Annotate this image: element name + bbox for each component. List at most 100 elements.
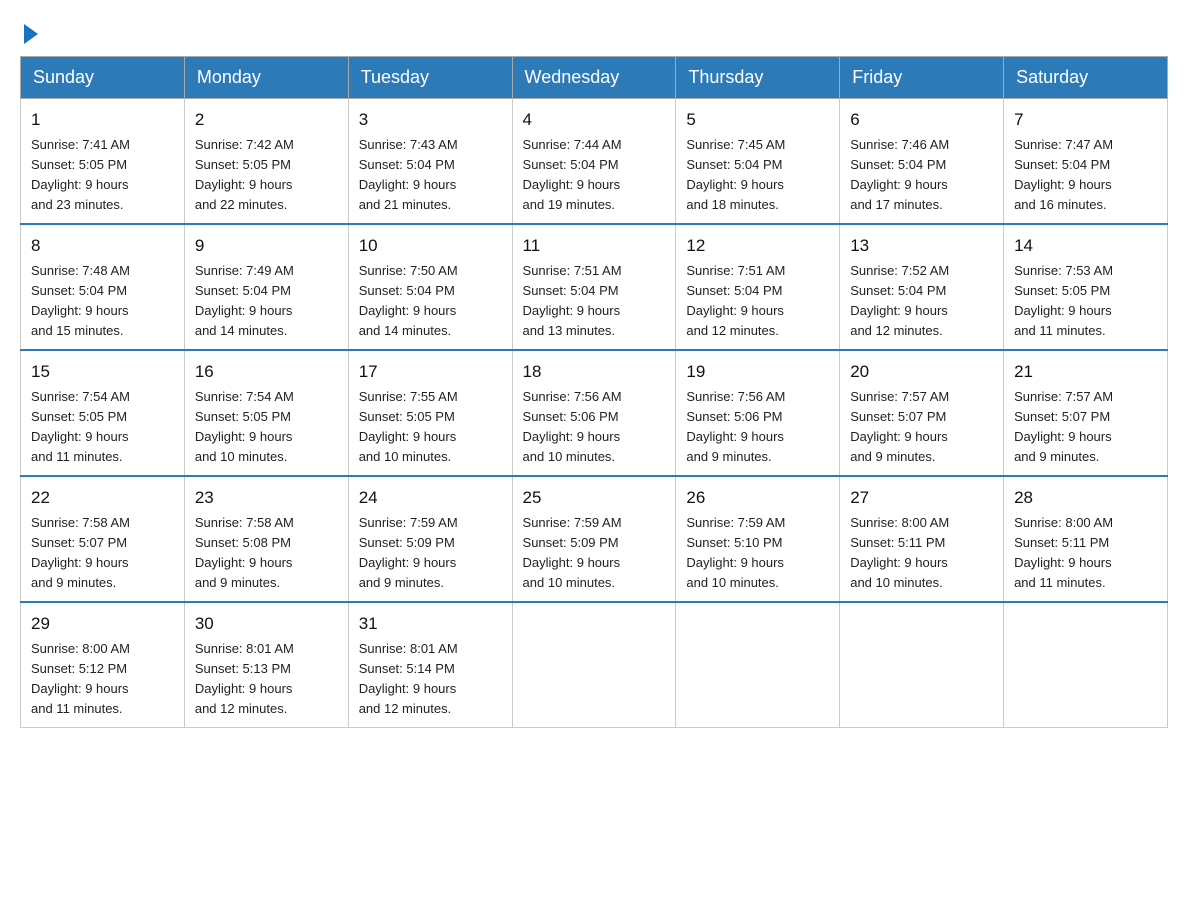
day-number: 31 [359,611,502,637]
calendar-day-cell: 19 Sunrise: 7:56 AMSunset: 5:06 PMDayligh… [676,350,840,476]
calendar-day-cell: 21 Sunrise: 7:57 AMSunset: 5:07 PMDayligh… [1004,350,1168,476]
day-number: 7 [1014,107,1157,133]
day-info: Sunrise: 7:50 AMSunset: 5:04 PMDaylight:… [359,263,458,338]
calendar-day-cell: 14 Sunrise: 7:53 AMSunset: 5:05 PMDayligh… [1004,224,1168,350]
day-number: 3 [359,107,502,133]
calendar-week-row: 29 Sunrise: 8:00 AMSunset: 5:12 PMDayligh… [21,602,1168,728]
day-info: Sunrise: 7:54 AMSunset: 5:05 PMDaylight:… [195,389,294,464]
day-info: Sunrise: 7:48 AMSunset: 5:04 PMDaylight:… [31,263,130,338]
day-info: Sunrise: 7:51 AMSunset: 5:04 PMDaylight:… [686,263,785,338]
calendar-day-cell: 17 Sunrise: 7:55 AMSunset: 5:05 PMDayligh… [348,350,512,476]
calendar-day-cell [676,602,840,728]
calendar-day-cell: 4 Sunrise: 7:44 AMSunset: 5:04 PMDaylight… [512,99,676,225]
day-info: Sunrise: 7:54 AMSunset: 5:05 PMDaylight:… [31,389,130,464]
calendar-week-row: 15 Sunrise: 7:54 AMSunset: 5:05 PMDayligh… [21,350,1168,476]
day-number: 4 [523,107,666,133]
day-info: Sunrise: 8:01 AMSunset: 5:14 PMDaylight:… [359,641,458,716]
calendar-day-cell: 31 Sunrise: 8:01 AMSunset: 5:14 PMDayligh… [348,602,512,728]
day-info: Sunrise: 7:55 AMSunset: 5:05 PMDaylight:… [359,389,458,464]
day-info: Sunrise: 8:00 AMSunset: 5:12 PMDaylight:… [31,641,130,716]
day-info: Sunrise: 7:45 AMSunset: 5:04 PMDaylight:… [686,137,785,212]
day-of-week-header: Wednesday [512,57,676,99]
day-number: 2 [195,107,338,133]
calendar-week-row: 22 Sunrise: 7:58 AMSunset: 5:07 PMDayligh… [21,476,1168,602]
calendar-week-row: 1 Sunrise: 7:41 AMSunset: 5:05 PMDaylight… [21,99,1168,225]
calendar-day-cell: 12 Sunrise: 7:51 AMSunset: 5:04 PMDayligh… [676,224,840,350]
day-info: Sunrise: 7:51 AMSunset: 5:04 PMDaylight:… [523,263,622,338]
day-number: 13 [850,233,993,259]
day-number: 17 [359,359,502,385]
calendar-day-cell: 20 Sunrise: 7:57 AMSunset: 5:07 PMDayligh… [840,350,1004,476]
day-info: Sunrise: 7:59 AMSunset: 5:09 PMDaylight:… [359,515,458,590]
day-info: Sunrise: 8:01 AMSunset: 5:13 PMDaylight:… [195,641,294,716]
day-info: Sunrise: 7:41 AMSunset: 5:05 PMDaylight:… [31,137,130,212]
day-number: 22 [31,485,174,511]
calendar-day-cell [840,602,1004,728]
day-number: 19 [686,359,829,385]
day-info: Sunrise: 8:00 AMSunset: 5:11 PMDaylight:… [1014,515,1113,590]
calendar-day-cell: 24Sunrise: 7:59 AMSunset: 5:09 PMDayligh… [348,476,512,602]
day-info: Sunrise: 7:59 AMSunset: 5:10 PMDaylight:… [686,515,785,590]
day-info: Sunrise: 7:58 AMSunset: 5:08 PMDaylight:… [195,515,294,590]
day-number: 1 [31,107,174,133]
calendar-table: SundayMondayTuesdayWednesdayThursdayFrid… [20,56,1168,728]
day-number: 16 [195,359,338,385]
day-info: Sunrise: 7:49 AMSunset: 5:04 PMDaylight:… [195,263,294,338]
calendar-day-cell: 25 Sunrise: 7:59 AMSunset: 5:09 PMDayligh… [512,476,676,602]
day-info: Sunrise: 7:57 AMSunset: 5:07 PMDaylight:… [1014,389,1113,464]
calendar-day-cell: 15 Sunrise: 7:54 AMSunset: 5:05 PMDayligh… [21,350,185,476]
day-number: 27 [850,485,993,511]
calendar-day-cell: 30 Sunrise: 8:01 AMSunset: 5:13 PMDayligh… [184,602,348,728]
day-number: 5 [686,107,829,133]
calendar-day-cell: 13 Sunrise: 7:52 AMSunset: 5:04 PMDayligh… [840,224,1004,350]
calendar-day-cell: 9 Sunrise: 7:49 AMSunset: 5:04 PMDaylight… [184,224,348,350]
day-info: Sunrise: 7:56 AMSunset: 5:06 PMDaylight:… [523,389,622,464]
calendar-day-cell: 1 Sunrise: 7:41 AMSunset: 5:05 PMDaylight… [21,99,185,225]
day-number: 20 [850,359,993,385]
day-number: 12 [686,233,829,259]
day-number: 14 [1014,233,1157,259]
calendar-day-cell: 27 Sunrise: 8:00 AMSunset: 5:11 PMDayligh… [840,476,1004,602]
day-info: Sunrise: 7:44 AMSunset: 5:04 PMDaylight:… [523,137,622,212]
day-number: 11 [523,233,666,259]
day-info: Sunrise: 7:42 AMSunset: 5:05 PMDaylight:… [195,137,294,212]
day-info: Sunrise: 7:58 AMSunset: 5:07 PMDaylight:… [31,515,130,590]
calendar-day-cell [512,602,676,728]
calendar-day-cell: 18Sunrise: 7:56 AMSunset: 5:06 PMDayligh… [512,350,676,476]
calendar-day-cell: 26 Sunrise: 7:59 AMSunset: 5:10 PMDayligh… [676,476,840,602]
calendar-day-cell: 28 Sunrise: 8:00 AMSunset: 5:11 PMDayligh… [1004,476,1168,602]
calendar-day-cell: 10 Sunrise: 7:50 AMSunset: 5:04 PMDayligh… [348,224,512,350]
day-info: Sunrise: 7:59 AMSunset: 5:09 PMDaylight:… [523,515,622,590]
day-info: Sunrise: 7:57 AMSunset: 5:07 PMDaylight:… [850,389,949,464]
calendar-day-cell: 5 Sunrise: 7:45 AMSunset: 5:04 PMDaylight… [676,99,840,225]
calendar-day-cell [1004,602,1168,728]
day-of-week-header: Saturday [1004,57,1168,99]
day-number: 15 [31,359,174,385]
logo-arrow-icon [24,24,38,44]
calendar-day-cell: 29 Sunrise: 8:00 AMSunset: 5:12 PMDayligh… [21,602,185,728]
calendar-day-cell: 2 Sunrise: 7:42 AMSunset: 5:05 PMDaylight… [184,99,348,225]
day-number: 28 [1014,485,1157,511]
calendar-day-cell: 6Sunrise: 7:46 AMSunset: 5:04 PMDaylight… [840,99,1004,225]
day-number: 30 [195,611,338,637]
day-info: Sunrise: 7:52 AMSunset: 5:04 PMDaylight:… [850,263,949,338]
day-number: 10 [359,233,502,259]
calendar-day-cell: 8Sunrise: 7:48 AMSunset: 5:04 PMDaylight… [21,224,185,350]
day-number: 29 [31,611,174,637]
calendar-day-cell: 16 Sunrise: 7:54 AMSunset: 5:05 PMDayligh… [184,350,348,476]
calendar-day-cell: 23Sunrise: 7:58 AMSunset: 5:08 PMDayligh… [184,476,348,602]
calendar-day-cell: 7Sunrise: 7:47 AMSunset: 5:04 PMDaylight… [1004,99,1168,225]
day-number: 9 [195,233,338,259]
day-info: Sunrise: 8:00 AMSunset: 5:11 PMDaylight:… [850,515,949,590]
day-number: 21 [1014,359,1157,385]
day-of-week-header: Friday [840,57,1004,99]
calendar-day-cell: 3 Sunrise: 7:43 AMSunset: 5:04 PMDaylight… [348,99,512,225]
day-info: Sunrise: 7:43 AMSunset: 5:04 PMDaylight:… [359,137,458,212]
day-number: 26 [686,485,829,511]
calendar-week-row: 8Sunrise: 7:48 AMSunset: 5:04 PMDaylight… [21,224,1168,350]
calendar-day-cell: 22 Sunrise: 7:58 AMSunset: 5:07 PMDayligh… [21,476,185,602]
day-of-week-header: Tuesday [348,57,512,99]
day-info: Sunrise: 7:56 AMSunset: 5:06 PMDaylight:… [686,389,785,464]
day-number: 25 [523,485,666,511]
day-info: Sunrise: 7:53 AMSunset: 5:05 PMDaylight:… [1014,263,1113,338]
